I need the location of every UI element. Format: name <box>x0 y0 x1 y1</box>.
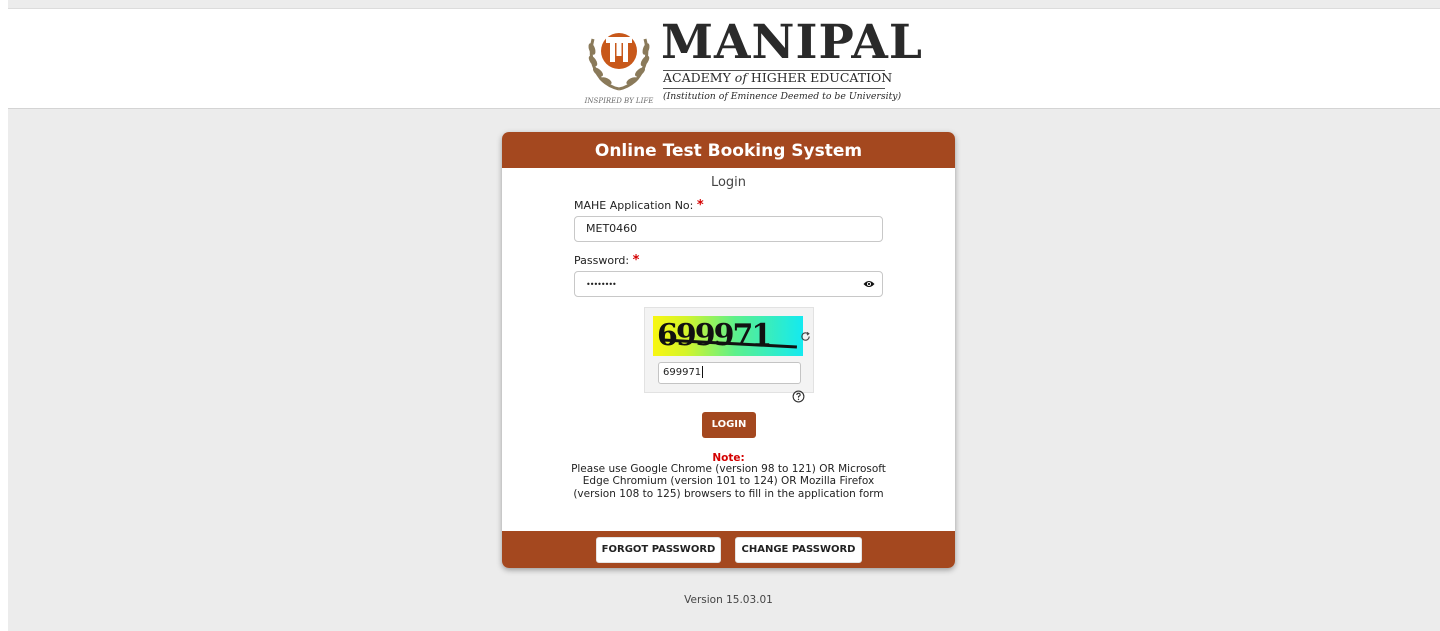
emblem-icon: INSPIRED BY LIFE <box>584 33 654 105</box>
logo-subtitle-of: of <box>734 70 747 85</box>
password-label: Password: * <box>574 253 639 268</box>
required-marker: * <box>632 253 640 268</box>
login-card: Online Test Booking System Login MAHE Ap… <box>502 132 955 568</box>
page-left-edge <box>0 0 8 631</box>
browser-support-note: Please use Google Chrome (version 98 to … <box>571 463 886 500</box>
captcha-panel: 699971 699971 <box>644 307 814 393</box>
login-heading: Login <box>710 175 747 190</box>
logo-subtitle: ACADEMY of HIGHER EDUCATION <box>663 70 892 86</box>
login-button[interactable]: LOGIN <box>702 412 756 438</box>
show-password-eye-icon[interactable] <box>863 279 875 289</box>
password-label-text: Password: <box>574 254 630 267</box>
emblem-motto: INSPIRED BY LIFE <box>584 97 654 105</box>
refresh-captcha-icon[interactable] <box>800 331 811 342</box>
password-value: •••••••• <box>586 280 617 289</box>
captcha-image: 699971 <box>653 316 803 356</box>
mahe-logo: INSPIRED BY LIFE MANIPAL ACADEMY of HIGH… <box>579 15 922 107</box>
card-title: Online Test Booking System <box>502 132 955 168</box>
logo-subtitle-part1: ACADEMY <box>663 70 735 85</box>
application-no-label: MAHE Application No: * <box>574 198 704 213</box>
text-caret <box>702 366 704 378</box>
logo-subtitle-rule <box>663 88 885 89</box>
version-text: Version 15.03.01 <box>684 594 773 606</box>
application-no-input[interactable]: MET0460 <box>574 216 883 242</box>
logo-title: MANIPAL <box>661 15 923 70</box>
captcha-input[interactable]: 699971 <box>658 362 801 384</box>
change-password-button[interactable]: CHANGE PASSWORD <box>735 537 862 563</box>
captcha-image-text: 699971 <box>657 318 772 353</box>
forgot-password-button[interactable]: FORGOT PASSWORD <box>596 537 721 563</box>
site-header: INSPIRED BY LIFE MANIPAL ACADEMY of HIGH… <box>8 8 1440 109</box>
captcha-input-value: 699971 <box>663 367 702 378</box>
application-no-label-text: MAHE Application No: <box>574 199 694 212</box>
logo-tagline: (Institution of Eminence Deemed to be Un… <box>663 91 902 102</box>
password-input[interactable]: •••••••• <box>574 271 883 297</box>
help-icon[interactable] <box>792 390 805 403</box>
required-marker: * <box>696 198 704 213</box>
card-footer: FORGOT PASSWORD CHANGE PASSWORD <box>502 531 955 568</box>
logo-subtitle-part2: HIGHER EDUCATION <box>746 70 893 85</box>
